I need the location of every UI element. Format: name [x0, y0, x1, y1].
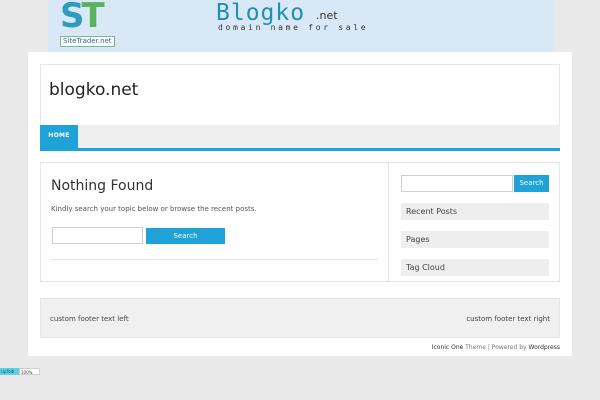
domain-sale-banner[interactable]: ST SiteTrader.net Blogko .net domain nam…	[48, 0, 554, 52]
widget-tag-cloud: Tag Cloud	[401, 259, 549, 276]
sidebar-search-input[interactable]	[401, 175, 513, 192]
sidebar-search-button[interactable]: Search	[514, 175, 549, 192]
site-title[interactable]: blogko.net	[49, 80, 138, 100]
banner-tagline: domain name for sale	[218, 23, 369, 32]
widget-pages: Pages	[401, 231, 549, 248]
sitetrader-logo[interactable]: ST SiteTrader.net	[60, 0, 120, 47]
main-content: Nothing Found Kindly search your topic b…	[41, 163, 388, 281]
theme-credit: Iconic One Theme | Powered by Wordpress	[432, 344, 560, 352]
page-title: Nothing Found	[51, 178, 154, 194]
divider	[51, 259, 379, 260]
main-navigation: HOME	[40, 125, 560, 151]
footer-text-left: custom footer text left	[50, 315, 129, 323]
nav-item-home[interactable]: HOME	[40, 125, 78, 148]
page-wrapper: blogko.net HOME Nothing Found Kindly sea…	[28, 52, 572, 356]
sitetrader-logo-mark: ST	[60, 0, 105, 36]
not-found-message: Kindly search your topic below or browse…	[51, 205, 257, 213]
sidebar: Search Recent Posts Pages Tag Cloud	[389, 163, 559, 281]
search-button[interactable]: Search	[146, 228, 225, 244]
wordpress-link[interactable]: Wordpress	[528, 344, 560, 351]
badge-value: 100%	[19, 368, 40, 375]
sitetrader-logo-label: SiteTrader.net	[60, 36, 115, 47]
credit-text: Theme | Powered by	[463, 344, 529, 351]
footer-text-right: custom footer text right	[466, 315, 550, 323]
uptime-badge[interactable]: UpTodl 100%	[0, 368, 40, 375]
search-input[interactable]	[52, 227, 143, 244]
theme-link[interactable]: Iconic One	[432, 344, 464, 351]
site-footer: custom footer text left custom footer te…	[40, 298, 560, 338]
banner-domain-suffix: .net	[316, 9, 338, 22]
content-area: Nothing Found Kindly search your topic b…	[40, 162, 560, 282]
widget-recent-posts: Recent Posts	[401, 203, 549, 220]
site-header: blogko.net	[40, 64, 560, 126]
badge-label: UpTodl	[0, 368, 19, 375]
